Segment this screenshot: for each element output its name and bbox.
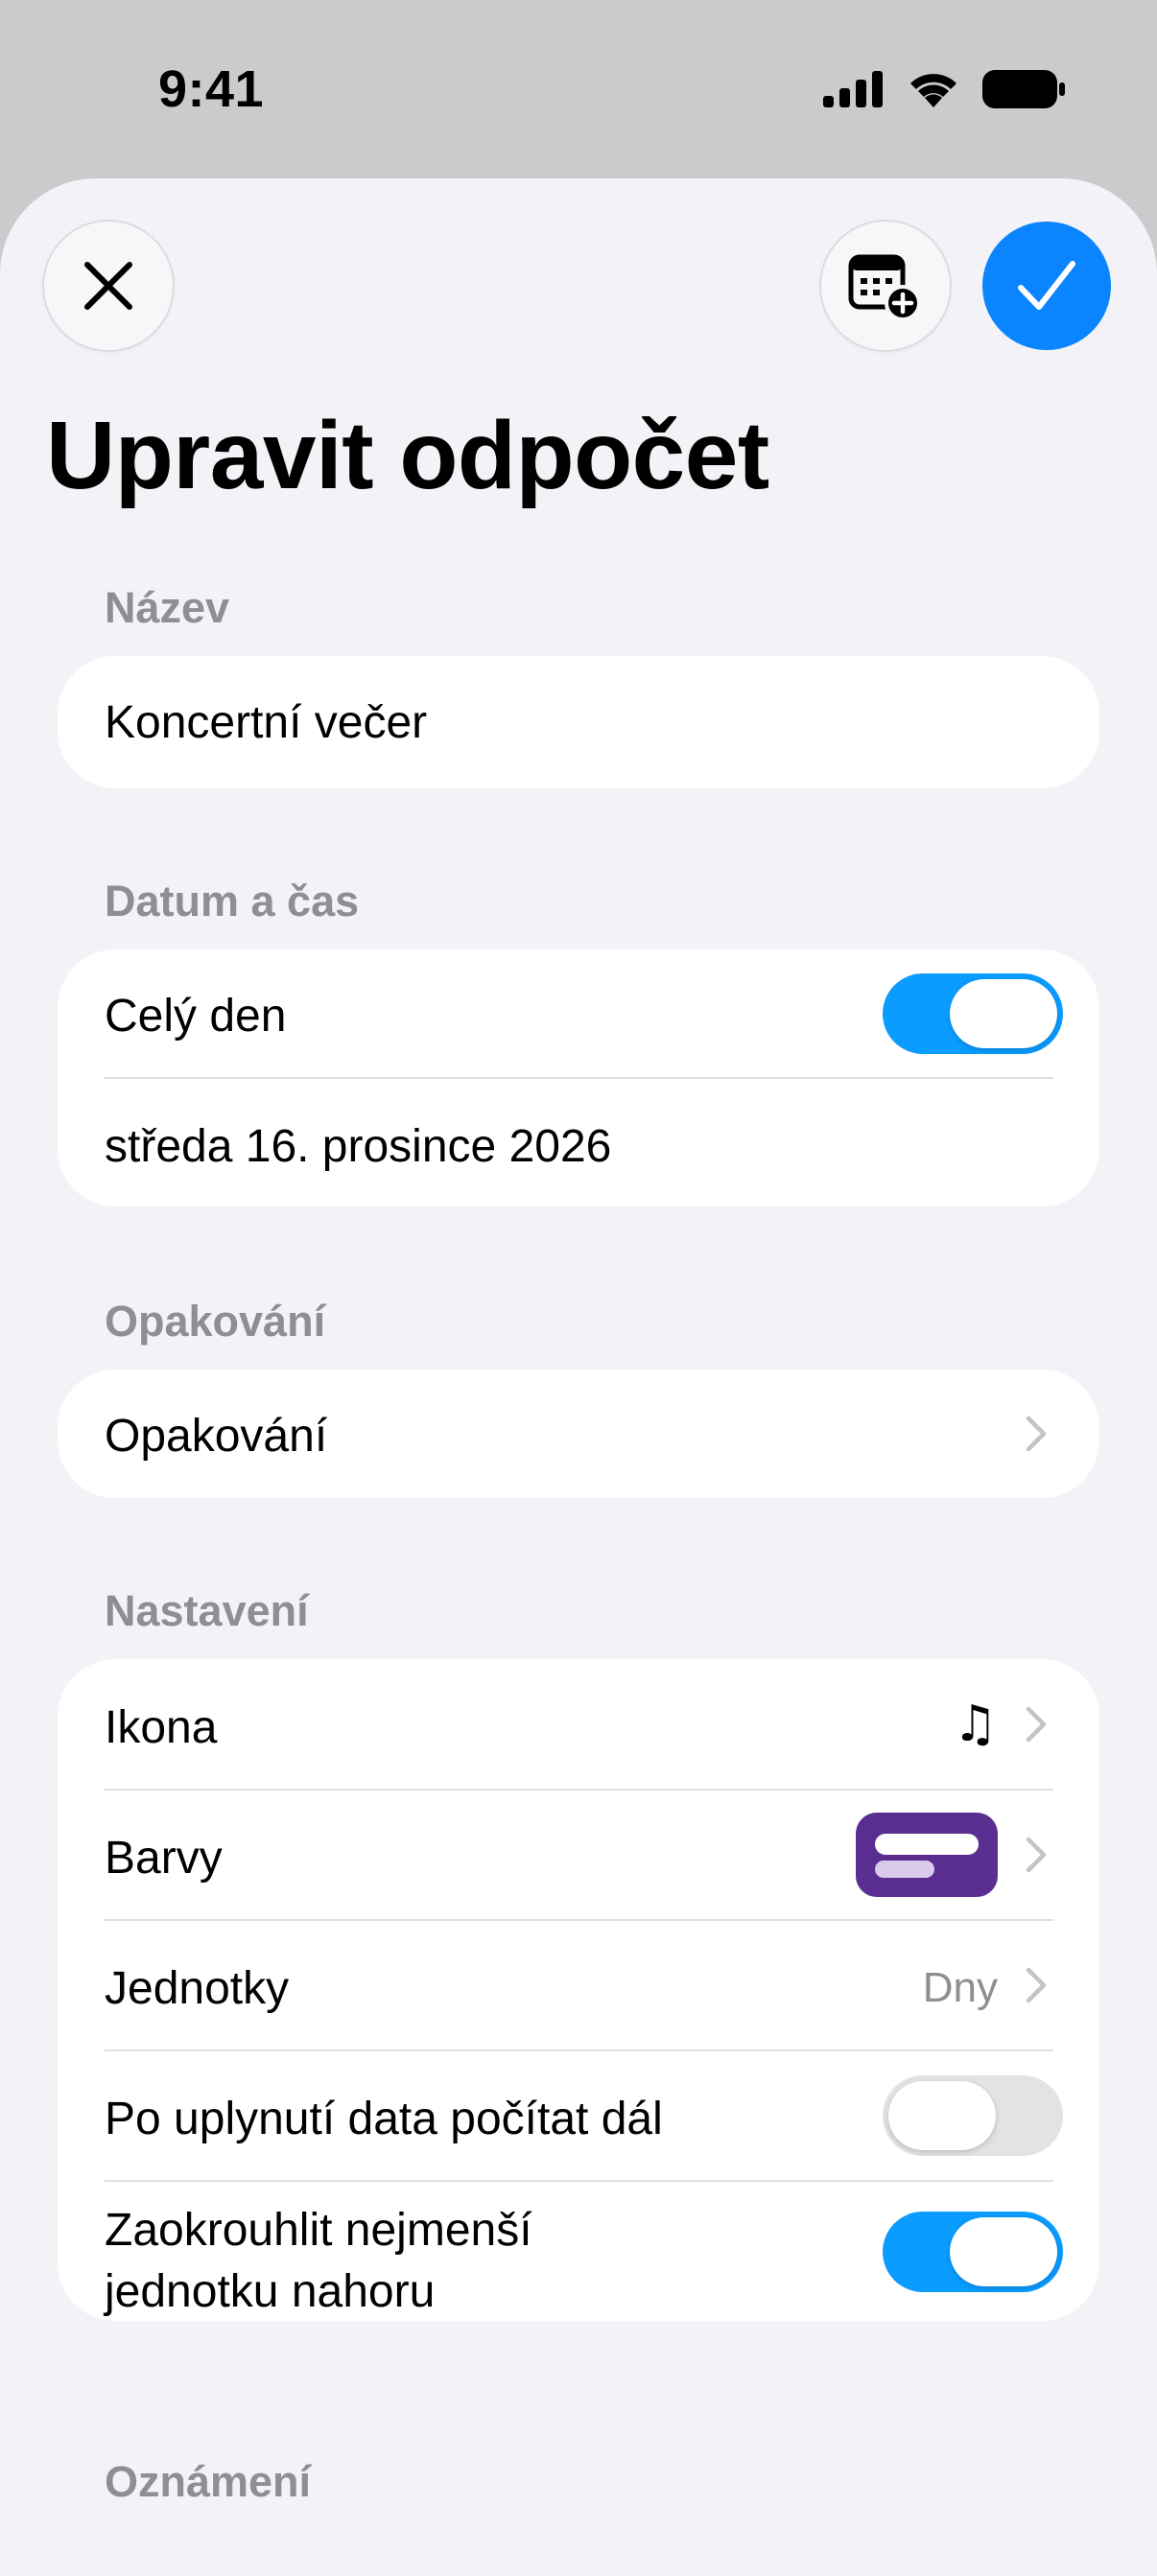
chevron-right-icon (1026, 1706, 1047, 1743)
round-up-label: Zaokrouhlit nejmenší jednotku nahoru (105, 2200, 532, 2323)
status-time: 9:41 (158, 60, 265, 118)
all-day-label: Celý den (105, 991, 287, 1042)
section-header-name: Název (105, 583, 230, 632)
units-value: Dny (922, 1964, 998, 2011)
repeat-label: Opakování (105, 1411, 328, 1462)
color-swatch (856, 1813, 998, 1897)
round-up-toggle[interactable] (883, 2212, 1063, 2292)
chevron-right-icon (1026, 1837, 1047, 1873)
round-up-label-line2: jednotku nahoru (105, 2266, 436, 2317)
add-to-calendar-button[interactable] (821, 222, 950, 350)
settings-card: Ikona ♫ Barvy Jednotky Dny Po uplynutí d… (58, 1659, 1099, 2321)
toggle-knob (950, 979, 1057, 1048)
cellular-signal-icon (823, 71, 883, 107)
date-row[interactable]: středa 16. prosince 2026 (58, 1078, 1099, 1206)
all-day-toggle[interactable] (883, 973, 1063, 1054)
section-header-notifications: Oznámení (105, 2457, 312, 2506)
all-day-row: Celý den (58, 949, 1099, 1078)
toggle-knob (888, 2081, 996, 2150)
chevron-right-icon (1026, 1967, 1047, 2003)
units-row[interactable]: Jednotky Dny (58, 1920, 1099, 2050)
colors-label: Barvy (105, 1833, 223, 1884)
count-past-label: Po uplynutí data počítat dál (105, 2094, 663, 2144)
confirm-button[interactable] (982, 222, 1111, 350)
status-icons (823, 69, 1065, 109)
calendar-add-icon (848, 254, 921, 321)
icon-label: Ikona (105, 1702, 218, 1753)
wifi-icon (910, 74, 956, 107)
name-card: Koncertní večer (58, 656, 1099, 788)
battery-icon (982, 70, 1065, 108)
chevron-right-icon (1026, 1416, 1047, 1452)
colors-row[interactable]: Barvy (58, 1790, 1099, 1920)
repeat-row[interactable]: Opakování (58, 1370, 1099, 1498)
close-button[interactable] (44, 222, 173, 350)
section-header-repeat: Opakování (105, 1297, 326, 1346)
page-title: Upravit odpočet (46, 402, 769, 509)
close-icon (84, 262, 132, 310)
repeat-card: Opakování (58, 1370, 1099, 1498)
datetime-card: Celý den středa 16. prosince 2026 (58, 949, 1099, 1206)
round-up-row: Zaokrouhlit nejmenší jednotku nahoru (58, 2181, 1099, 2321)
count-past-toggle[interactable] (883, 2075, 1063, 2156)
date-value: středa 16. prosince 2026 (105, 1121, 612, 1172)
icon-row[interactable]: Ikona ♫ (58, 1659, 1099, 1790)
status-bar: 9:41 (0, 0, 1157, 182)
section-header-settings: Nastavení (105, 1586, 309, 1635)
music-note-icon: ♫ (953, 1696, 998, 1753)
section-header-datetime: Datum a čas (105, 877, 360, 925)
round-up-label-line1: Zaokrouhlit nejmenší (105, 2205, 532, 2256)
toggle-knob (950, 2217, 1057, 2286)
units-label: Jednotky (105, 1963, 290, 2014)
name-field[interactable]: Koncertní večer (105, 696, 427, 749)
count-past-row: Po uplynutí data počítat dál (58, 2050, 1099, 2181)
checkmark-icon (1018, 261, 1075, 310)
edit-countdown-sheet: Upravit odpočet Název Koncertní večer Da… (0, 178, 1157, 2576)
